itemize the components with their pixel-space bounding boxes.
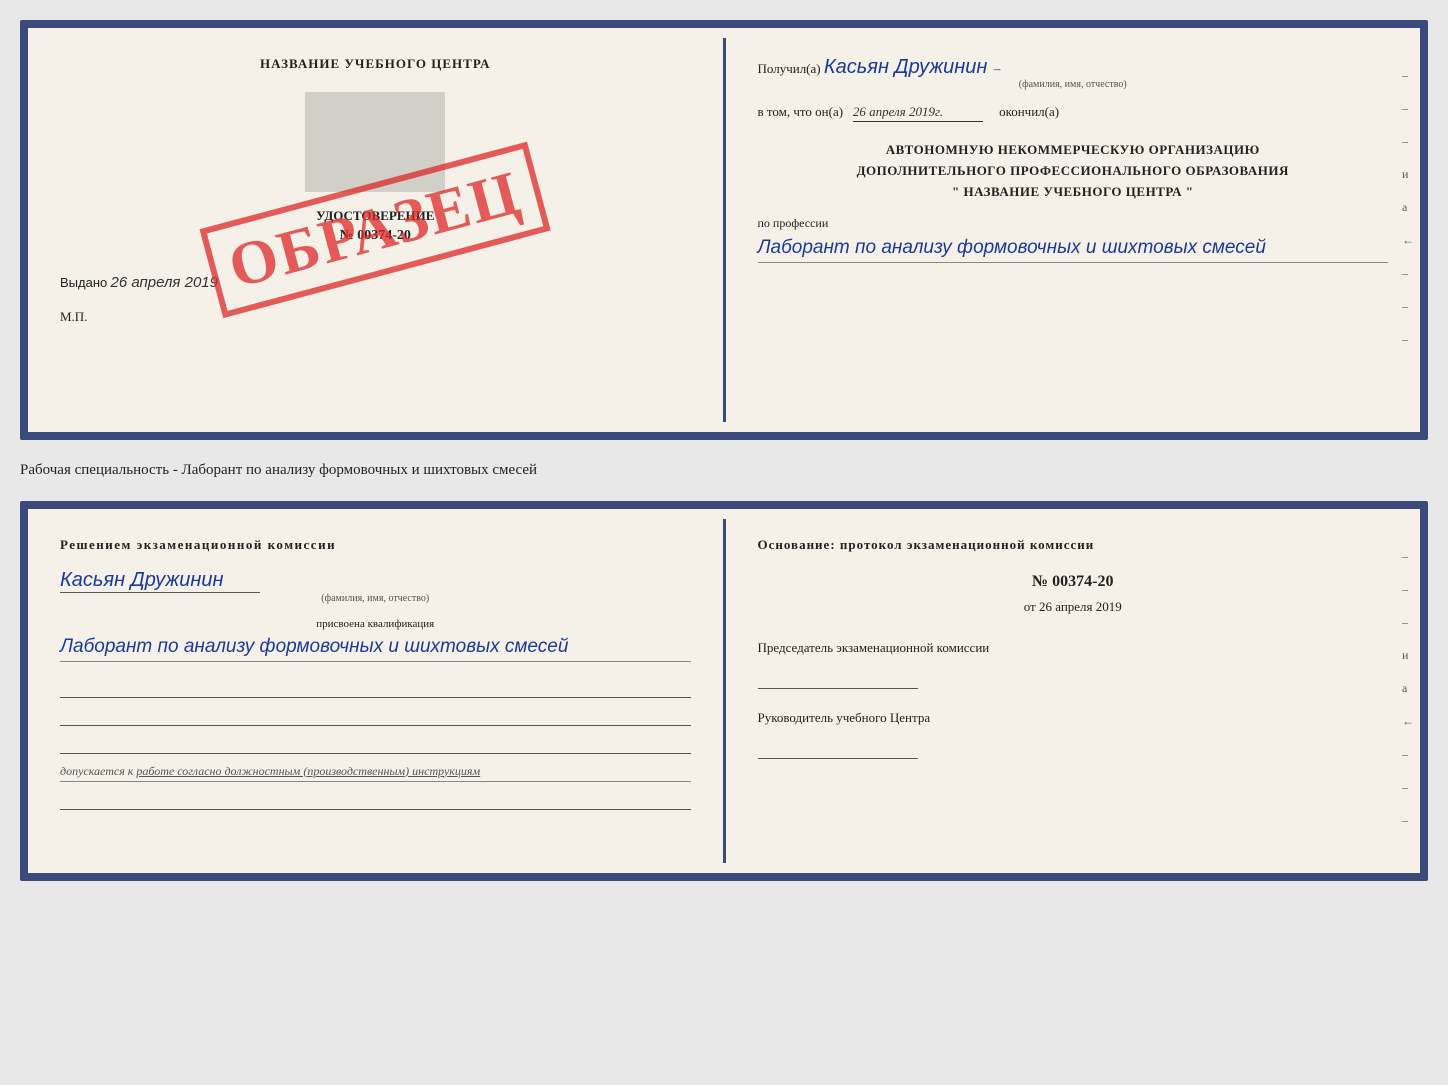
issued-prefix: Выдано (60, 275, 107, 290)
date-prefix: в том, что он(а) (758, 104, 844, 119)
mp-label: М.П. (60, 309, 691, 325)
date-value: 26 апреля 2019г. (853, 104, 983, 122)
page-wrapper: НАЗВАНИЕ УЧЕБНОГО ЦЕНТРА УДОСТОВЕРЕНИЕ №… (20, 20, 1428, 881)
received-sublabel: (фамилия, имя, отчество) (758, 79, 1389, 90)
top-left-title: НАЗВАНИЕ УЧЕБНОГО ЦЕНТРА (60, 56, 691, 72)
protocol-date: от 26 апреля 2019 (758, 599, 1389, 615)
profession-label: по профессии (758, 216, 1389, 231)
person-name-block: Касьян Дружинин (фамилия, имя, отчество) (60, 569, 691, 604)
cert-label: УДОСТОВЕРЕНИЕ (60, 208, 691, 224)
underline-1 (60, 678, 691, 698)
between-label: Рабочая специальность - Лаборант по анал… (20, 458, 1428, 483)
date-suffix: окончил(а) (999, 104, 1059, 119)
signature-lines (60, 678, 691, 754)
допуск-line: допускается к работе согласно должностны… (60, 764, 691, 782)
org-block: АВТОНОМНУЮ НЕКОММЕРЧЕСКУЮ ОРГАНИЗАЦИЮ ДО… (758, 140, 1389, 202)
underline-3 (60, 734, 691, 754)
protocol-date-value: 26 апреля 2019 (1039, 599, 1122, 614)
top-right-side-marks: – – – и а ← – – – (1402, 68, 1414, 347)
bottom-right-side-marks: – – – и а ← – – – (1402, 549, 1414, 828)
rukov-label: Руководитель учебного Центра (758, 709, 1389, 727)
bottom-right-panel: Основание: протокол экзаменационной коми… (726, 509, 1421, 873)
chairman-sign-line (758, 665, 918, 689)
org-line2: ДОПОЛНИТЕЛЬНОГО ПРОФЕССИОНАЛЬНОГО ОБРАЗО… (758, 161, 1389, 182)
cert-image-placeholder (305, 92, 445, 192)
top-left-panel: НАЗВАНИЕ УЧЕБНОГО ЦЕНТРА УДОСТОВЕРЕНИЕ №… (28, 28, 723, 432)
received-line: Получил(а) Касьян Дружинин – (фамилия, и… (758, 56, 1389, 90)
org-line1: АВТОНОМНУЮ НЕКОММЕРЧЕСКУЮ ОРГАНИЗАЦИЮ (758, 140, 1389, 161)
допуск-value: работе согласно должностным (производств… (136, 764, 480, 778)
date-line: в том, что он(а) 26 апреля 2019г. окончи… (758, 104, 1389, 122)
issued-line: Выдано 26 апреля 2019 (60, 274, 691, 291)
rukov-sign-line (758, 735, 918, 759)
profession-value: Лаборант по анализу формовочных и шихтов… (758, 235, 1389, 263)
qual-value: Лаборант по анализу формовочных и шихтов… (60, 634, 691, 662)
top-right-panel: Получил(а) Касьян Дружинин – (фамилия, и… (726, 28, 1421, 432)
received-prefix: Получил(а) (758, 61, 821, 76)
bottom-document: Решением экзаменационной комиссии Касьян… (20, 501, 1428, 881)
bottom-left-panel: Решением экзаменационной комиссии Касьян… (28, 509, 723, 873)
допуск-prefix: допускается к (60, 764, 133, 778)
underline-2 (60, 706, 691, 726)
received-name: Касьян Дружинин (824, 56, 987, 78)
protocol-number: № 00374-20 (758, 573, 1389, 591)
osnov-title: Основание: протокол экзаменационной коми… (758, 537, 1389, 553)
cert-number: № 00374-20 (60, 228, 691, 244)
person-name-bottom: Касьян Дружинин (60, 569, 260, 593)
org-line3: " НАЗВАНИЕ УЧЕБНОГО ЦЕНТРА " (758, 182, 1389, 203)
commission-title: Решением экзаменационной комиссии (60, 537, 691, 553)
issued-date: 26 апреля 2019 (111, 274, 218, 291)
protocol-date-prefix: от (1024, 599, 1036, 614)
chairman-label: Председатель экзаменационной комиссии (758, 639, 1389, 657)
underline-4 (60, 790, 691, 810)
qual-label: присвоена квалификация (60, 618, 691, 630)
top-document: НАЗВАНИЕ УЧЕБНОГО ЦЕНТРА УДОСТОВЕРЕНИЕ №… (20, 20, 1428, 440)
person-sublabel: (фамилия, имя, отчество) (60, 593, 691, 604)
